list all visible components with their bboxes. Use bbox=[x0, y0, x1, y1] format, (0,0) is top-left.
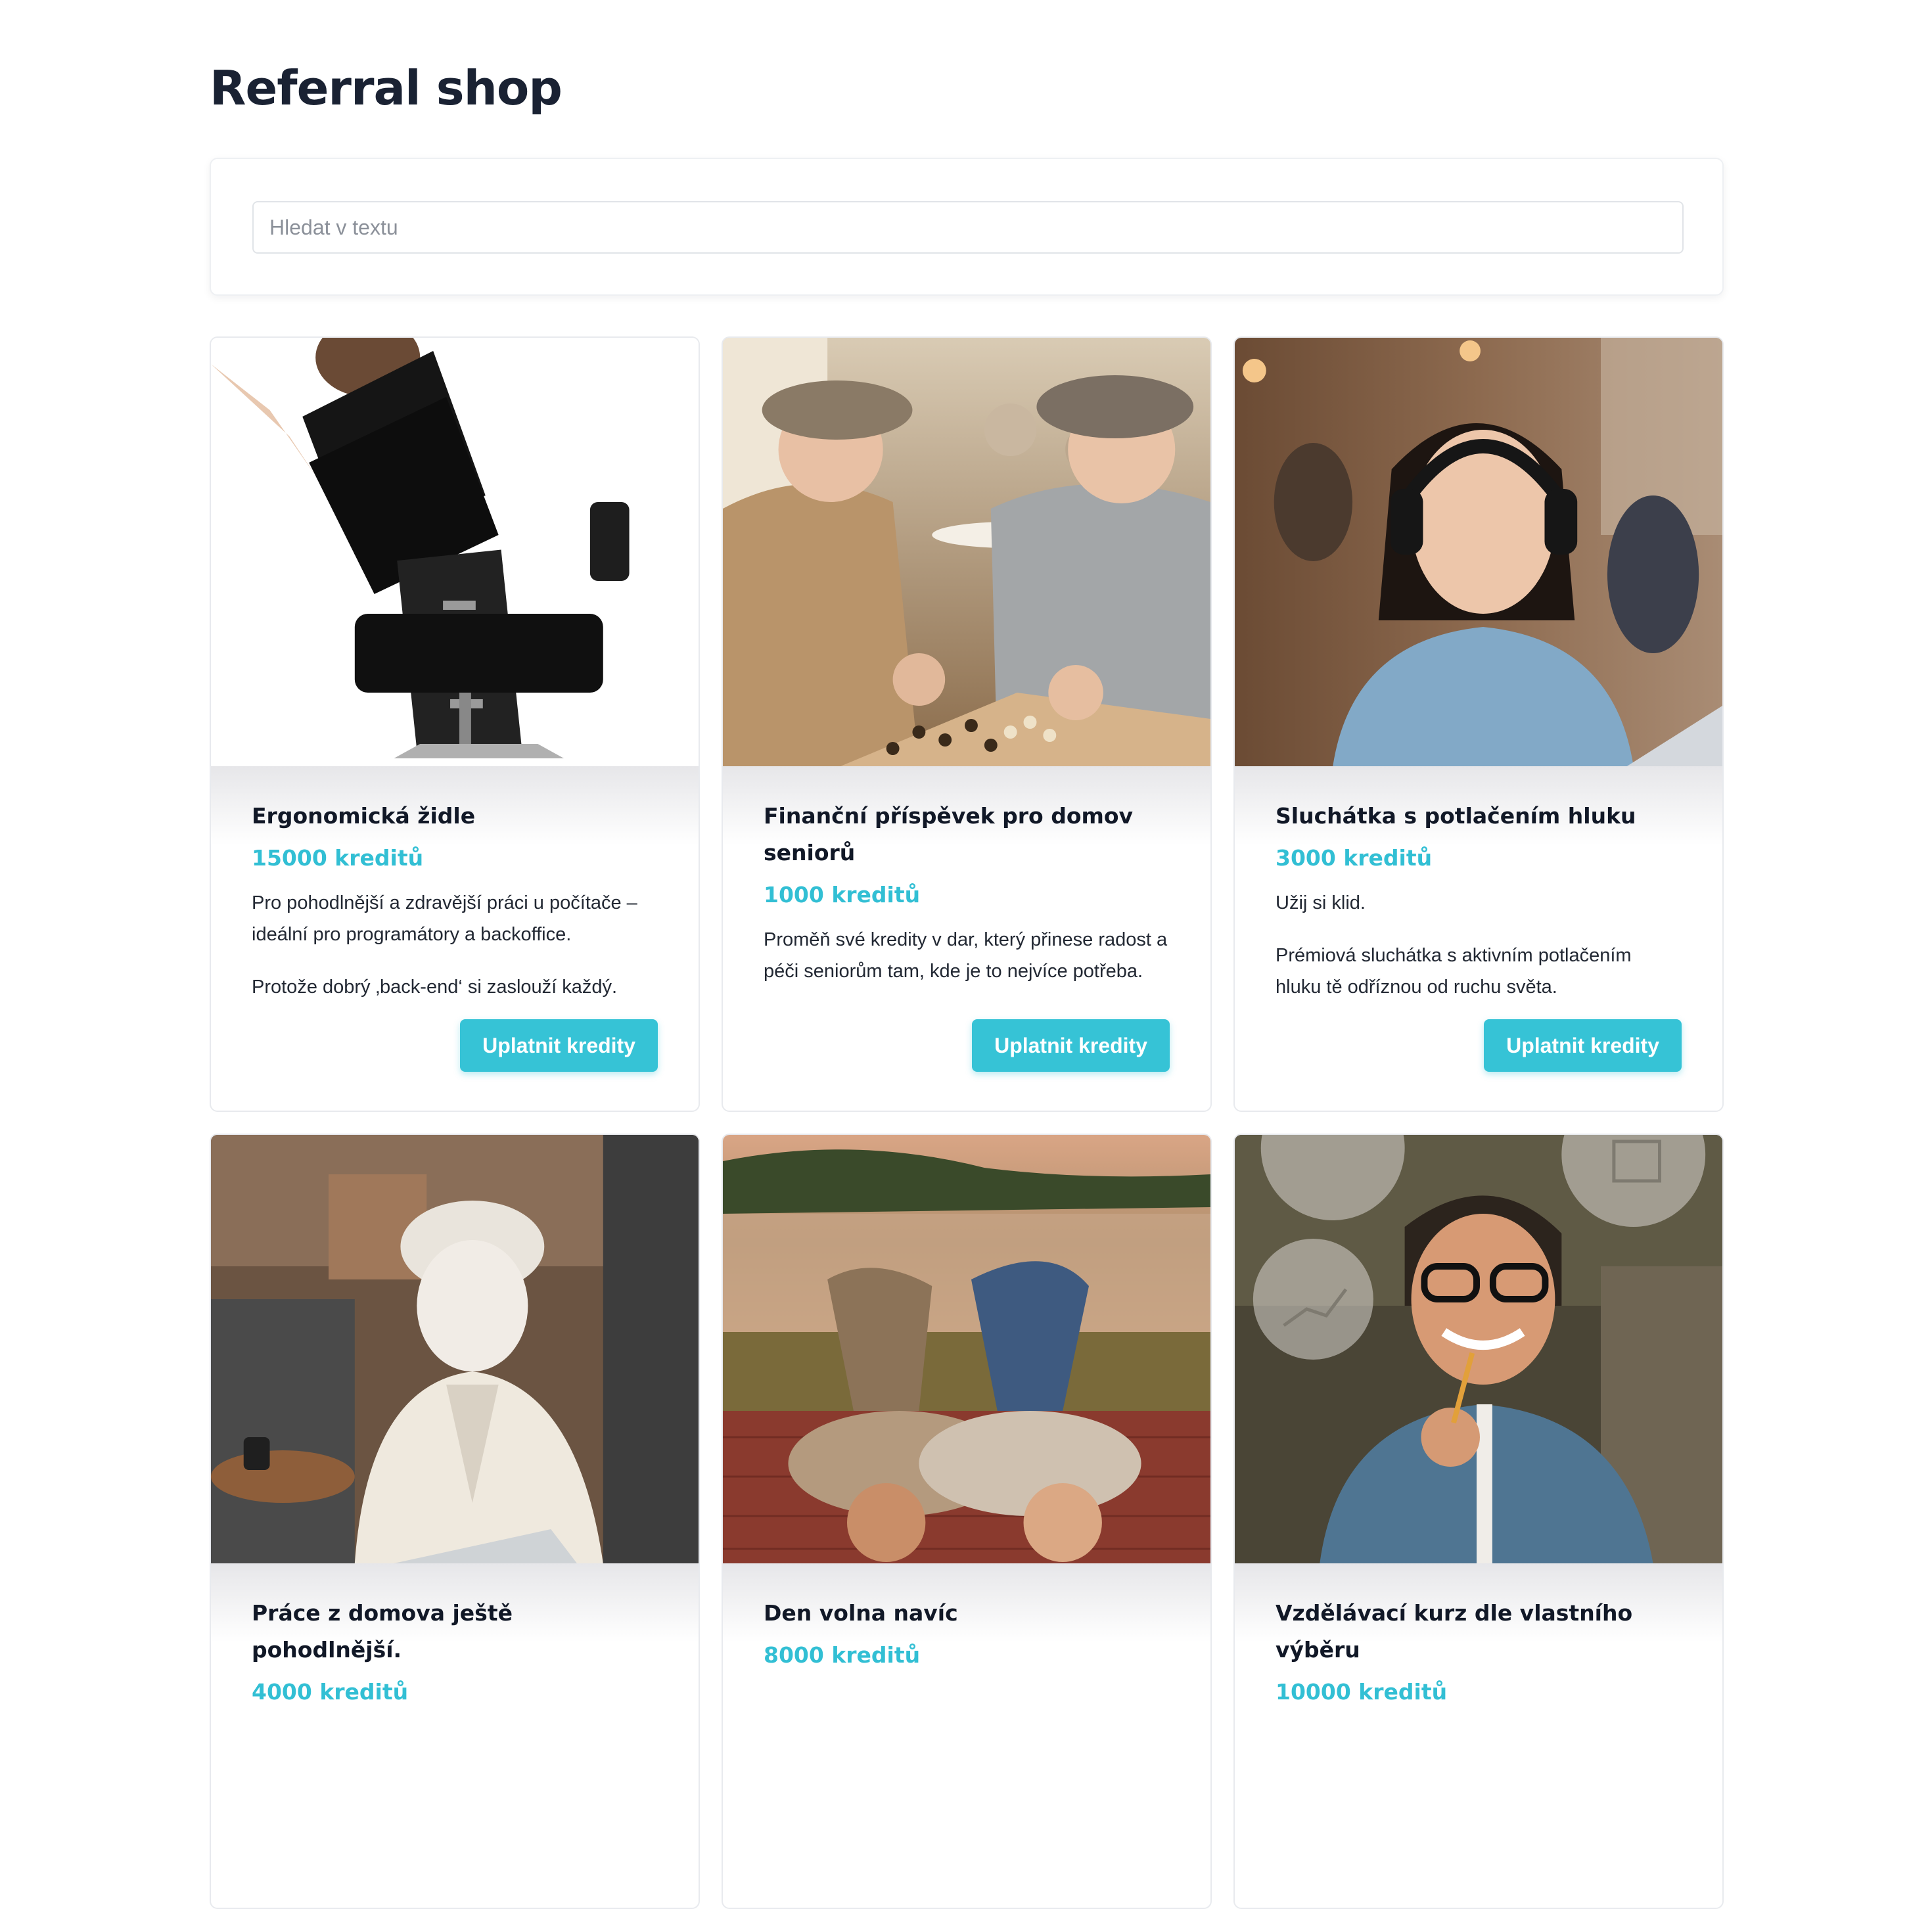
woman-headphones-photo bbox=[1235, 338, 1722, 766]
product-title: Práce z domova ještě pohodlnější. bbox=[252, 1600, 513, 1663]
search-panel bbox=[210, 158, 1724, 296]
product-price: 15000 kreditů bbox=[252, 845, 424, 871]
product-title: Vzdělávací kurz dle vlastního výběru bbox=[1276, 1600, 1633, 1663]
product-description: Užij si klid. Prémiová sluchátka s aktiv… bbox=[1276, 887, 1682, 1003]
product-description: Pro pohodlnější a zdravější práci u počí… bbox=[252, 887, 658, 1003]
product-card: Finanční příspěvek pro domov seniorů 100… bbox=[722, 336, 1212, 1112]
card-body: Den volna navíc 8000 kreditů bbox=[764, 1595, 1170, 1670]
couple-lake-photo bbox=[723, 1135, 1210, 1563]
seniors-chess-photo bbox=[723, 338, 1210, 766]
product-card: Sluchátka s potlačením hluku 3000 kredit… bbox=[1233, 336, 1724, 1112]
card-body: Ergonomická židle 15000 kreditů Pro poho… bbox=[252, 798, 658, 1003]
product-title: Den volna navíc bbox=[764, 1600, 958, 1626]
description-paragraph: Užij si klid. bbox=[1276, 892, 1366, 913]
description-paragraph: Proměň své kredity v dar, který přinese … bbox=[764, 929, 1168, 982]
product-title: Sluchátka s potlačením hluku bbox=[1276, 803, 1636, 829]
search-input[interactable] bbox=[252, 201, 1684, 254]
redeem-credits-button[interactable]: Uplatnit kredity bbox=[972, 1019, 1170, 1072]
card-body: Sluchátka s potlačením hluku 3000 kredit… bbox=[1276, 798, 1682, 1003]
card-body: Finanční příspěvek pro domov seniorů 100… bbox=[764, 798, 1170, 987]
product-card: Ergonomická židle 15000 kreditů Pro poho… bbox=[210, 336, 700, 1112]
product-description: Proměň své kredity v dar, který přinese … bbox=[764, 924, 1170, 987]
home-office-spa-photo bbox=[211, 1135, 699, 1563]
office-chair-photo bbox=[211, 338, 699, 766]
page-title: Referral shop bbox=[210, 60, 563, 116]
card-body: Práce z domova ještě pohodlnější. 4000 k… bbox=[252, 1595, 658, 1707]
card-body: Vzdělávací kurz dle vlastního výběru 100… bbox=[1276, 1595, 1682, 1707]
description-paragraph: Protože dobrý ‚back-end‘ si zaslouží kaž… bbox=[252, 977, 618, 998]
product-card: Práce z domova ještě pohodlnější. 4000 k… bbox=[210, 1134, 700, 1909]
product-card: Vzdělávací kurz dle vlastního výběru 100… bbox=[1233, 1134, 1724, 1909]
product-grid: Ergonomická židle 15000 kreditů Pro poho… bbox=[210, 336, 1724, 1909]
redeem-credits-button[interactable]: Uplatnit kredity bbox=[460, 1019, 658, 1072]
product-price: 8000 kreditů bbox=[764, 1642, 921, 1668]
product-card: Den volna navíc 8000 kreditů bbox=[722, 1134, 1212, 1909]
product-price: 10000 kreditů bbox=[1276, 1679, 1448, 1705]
product-title: Ergonomická židle bbox=[252, 803, 476, 829]
redeem-credits-button[interactable]: Uplatnit kredity bbox=[1484, 1019, 1682, 1072]
man-learning-photo bbox=[1235, 1135, 1722, 1563]
product-title: Finanční příspěvek pro domov seniorů bbox=[764, 803, 1134, 865]
description-paragraph: Prémiová sluchátka s aktivním potlačením… bbox=[1276, 945, 1632, 998]
product-price: 3000 kreditů bbox=[1276, 845, 1433, 871]
product-price: 1000 kreditů bbox=[764, 882, 921, 908]
description-paragraph: Pro pohodlnější a zdravější práci u počí… bbox=[252, 892, 637, 945]
product-price: 4000 kreditů bbox=[252, 1679, 409, 1705]
